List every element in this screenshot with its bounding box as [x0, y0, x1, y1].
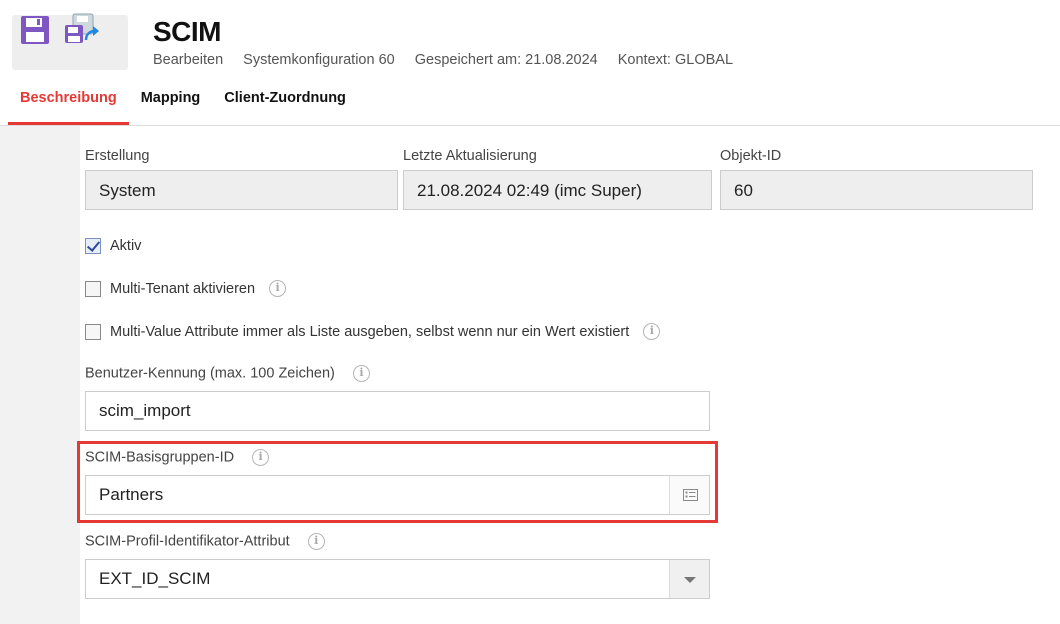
- updated-label: Letzte Aktualisierung: [403, 148, 537, 164]
- tab-beschreibung[interactable]: Beschreibung: [8, 86, 129, 126]
- left-gutter: [0, 126, 80, 624]
- checkbox-row-aktiv: Aktiv: [85, 238, 141, 254]
- multi-tenant-checkbox[interactable]: [85, 280, 101, 297]
- base-group-label-text: SCIM-Basisgruppen-ID: [85, 449, 235, 466]
- page-title: SCIM: [153, 16, 222, 47]
- base-group-input[interactable]: Partners: [85, 475, 710, 515]
- info-icon[interactable]: i: [643, 323, 661, 340]
- profile-attr-value: EXT_ID_SCIM: [99, 569, 211, 588]
- info-icon[interactable]: i: [352, 365, 370, 382]
- multi-value-checkbox[interactable]: [85, 323, 101, 340]
- user-id-input[interactable]: scim_import: [85, 391, 710, 431]
- meta-type: Systemkonfiguration 60: [243, 52, 395, 68]
- multi-value-label[interactable]: Multi-Value Attribute immer als Liste au…: [110, 324, 629, 340]
- base-group-picker-button[interactable]: [669, 476, 709, 514]
- tab-bar: Beschreibung Mapping Client-Zuordnung: [8, 86, 358, 126]
- meta-mode: Bearbeiten: [153, 52, 224, 68]
- created-field: System: [85, 170, 398, 210]
- save-as-button[interactable]: [64, 12, 104, 48]
- aktiv-label[interactable]: Aktiv: [110, 238, 141, 254]
- page-meta: Bearbeiten Systemkonfiguration 60 Gespei…: [153, 52, 749, 68]
- object-id-field: 60: [720, 170, 1033, 210]
- object-id-label: Objekt-ID: [720, 148, 782, 164]
- chevron-down-icon: [684, 577, 696, 583]
- info-icon[interactable]: i: [307, 533, 325, 550]
- profile-attr-label: SCIM-Profil-Identifikator-Attribut i: [85, 533, 325, 550]
- base-group-label: SCIM-Basisgruppen-ID i: [85, 449, 270, 466]
- save-button[interactable]: [20, 15, 50, 45]
- user-id-label: Benutzer-Kennung (max. 100 Zeichen) i: [85, 365, 370, 382]
- info-icon[interactable]: i: [252, 449, 270, 466]
- multi-tenant-label[interactable]: Multi-Tenant aktivieren: [110, 281, 255, 297]
- meta-saved: Gespeichert am: 21.08.2024: [414, 52, 598, 68]
- user-id-label-text: Benutzer-Kennung (max. 100 Zeichen): [85, 365, 335, 382]
- tab-mapping[interactable]: Mapping: [129, 86, 213, 126]
- list-icon: [683, 489, 698, 501]
- floppy-disk-export-icon: [65, 13, 99, 43]
- info-icon[interactable]: i: [269, 280, 287, 297]
- aktiv-checkbox[interactable]: [85, 238, 101, 254]
- floppy-disk-icon: [21, 16, 49, 44]
- created-label: Erstellung: [85, 148, 150, 164]
- tab-divider: [0, 125, 1060, 126]
- tab-client-zuordnung[interactable]: Client-Zuordnung: [212, 86, 358, 126]
- meta-context: Kontext: GLOBAL: [617, 52, 734, 68]
- base-group-value: Partners: [99, 485, 164, 504]
- checkbox-row-multi-value: Multi-Value Attribute immer als Liste au…: [85, 323, 661, 340]
- profile-attr-select[interactable]: EXT_ID_SCIM: [85, 559, 710, 599]
- checkbox-row-multi-tenant: Multi-Tenant aktivieren i: [85, 280, 287, 297]
- updated-field: 21.08.2024 02:49 (imc Super): [403, 170, 712, 210]
- profile-attr-dropdown-button[interactable]: [669, 560, 709, 598]
- profile-attr-label-text: SCIM-Profil-Identifikator-Attribut: [85, 533, 290, 550]
